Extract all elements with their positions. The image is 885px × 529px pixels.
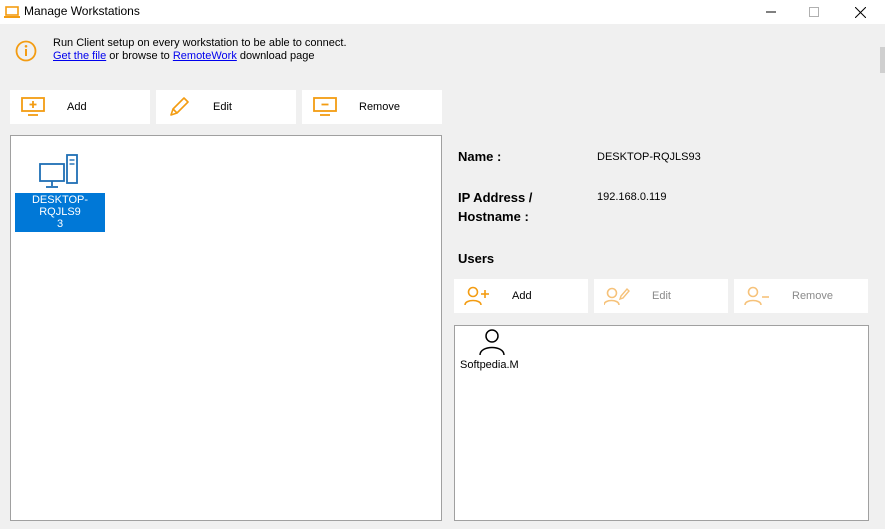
edit-workstation-button[interactable]: Edit: [156, 90, 296, 124]
maximize-icon: [809, 7, 819, 17]
computer-icon: [38, 154, 78, 195]
title-bar: Manage Workstations: [0, 0, 885, 24]
edit-user-label: Edit: [652, 290, 671, 302]
user-remove-icon: [744, 286, 769, 306]
user-name: Softpedia.M: [460, 359, 519, 371]
ip-label-line1: IP Address /: [458, 190, 533, 205]
remove-label: Remove: [359, 101, 400, 113]
close-icon: [854, 6, 866, 18]
pencil-icon: [170, 97, 189, 116]
download-page-text: download page: [236, 50, 315, 62]
remove-workstation-button[interactable]: Remove: [302, 90, 442, 124]
workstation-label-line1: DESKTOP-RQJLS9: [31, 194, 89, 218]
remotework-link[interactable]: RemoteWork: [173, 50, 237, 62]
info-banner: Run Client setup on every workstation to…: [0, 24, 885, 80]
minimize-button[interactable]: [748, 0, 794, 24]
window-title: Manage Workstations: [24, 4, 140, 18]
users-heading: Users: [458, 251, 495, 266]
name-label: Name :: [458, 149, 502, 164]
info-icon: [15, 40, 37, 62]
monitor-add-icon: [21, 97, 45, 116]
users-list[interactable]: [454, 325, 869, 521]
add-workstation-button[interactable]: Add: [10, 90, 150, 124]
ip-label-line2: Hostname :: [458, 209, 529, 224]
remove-user-button[interactable]: Remove: [734, 279, 868, 313]
name-value: DESKTOP-RQJLS93: [597, 151, 701, 163]
ip-value: 192.168.0.119: [597, 191, 667, 203]
maximize-button[interactable]: [791, 0, 837, 24]
user-icon: [479, 329, 505, 356]
scrollbar-thumb[interactable]: [880, 47, 885, 73]
add-user-button[interactable]: Add: [454, 279, 588, 313]
add-user-label: Add: [512, 290, 532, 302]
or-browse-text: or browse to: [106, 50, 173, 62]
minimize-icon: [766, 11, 776, 13]
monitor-remove-icon: [313, 97, 337, 116]
edit-label: Edit: [213, 101, 232, 113]
close-button[interactable]: [837, 0, 883, 24]
info-message: Run Client setup on every workstation to…: [53, 37, 347, 49]
user-add-icon: [464, 286, 489, 306]
add-label: Add: [67, 101, 87, 113]
info-links-line: Get the file or browse to RemoteWork dow…: [53, 50, 315, 62]
laptop-icon: [4, 6, 20, 18]
remove-user-label: Remove: [792, 290, 833, 302]
workstation-label-line2: 3: [56, 218, 64, 230]
get-file-link[interactable]: Get the file: [53, 50, 106, 62]
edit-user-button[interactable]: Edit: [594, 279, 728, 313]
user-edit-icon: [604, 287, 630, 306]
workstation-label: DESKTOP-RQJLS9 3: [15, 193, 105, 232]
